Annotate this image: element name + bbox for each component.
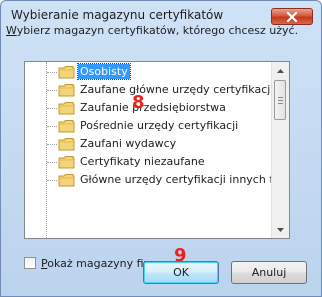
folder-icon <box>58 138 75 151</box>
close-icon <box>286 11 298 22</box>
tree-item-label: Pośrednie urzędy certyfikacji <box>80 119 239 132</box>
tree-item-certyfikaty-niezaufane[interactable]: Certyfikaty niezaufane <box>25 154 273 170</box>
scroll-up-arrow-icon <box>277 68 284 73</box>
folder-icon <box>58 174 75 187</box>
tree-item-label: Zaufani wydawcy <box>80 137 177 150</box>
tree-content: Osobisty Zaufane główne urzędy certyfika… <box>25 62 273 238</box>
tree-item-label: Osobisty <box>77 63 131 80</box>
tree-item-zaufane-glowne[interactable]: Zaufane główne urzędy certyfikacji <box>25 82 273 98</box>
tree-item-osobisty[interactable]: Osobisty <box>25 63 273 80</box>
thumb-grip-line <box>278 100 283 101</box>
tree-item-glowne-innych-firm[interactable]: Główne urzędy certyfikacji innych firm <box>25 172 273 188</box>
folder-icon <box>58 102 75 115</box>
scroll-down-button[interactable] <box>272 221 289 238</box>
tree-item-zaufani-wydawcy[interactable]: Zaufani wydawcy <box>25 136 273 152</box>
tree-branch-line <box>47 144 57 145</box>
tree-branch-line <box>47 126 57 127</box>
thumb-grip-line <box>278 97 283 98</box>
tree-branch-line <box>47 72 57 73</box>
thumb-grip-line <box>278 103 283 104</box>
close-button[interactable] <box>271 8 313 25</box>
step-marker-8: 8 <box>132 92 145 113</box>
window-title: Wybieranie magazynu certyfikatów <box>11 8 224 22</box>
folder-icon <box>58 156 75 169</box>
tree-item-label: Zaufanie przedsiębiorstwa <box>80 101 226 114</box>
folder-icon <box>58 120 75 133</box>
tree-branch-line <box>47 90 57 91</box>
tree-item-label: Główne urzędy certyfikacji innych firm <box>80 173 273 186</box>
tree-branch-line <box>47 180 57 181</box>
scroll-up-button[interactable] <box>272 62 289 79</box>
scroll-down-arrow-icon <box>277 227 284 232</box>
tree-item-zaufanie-przedsiebiorstwa[interactable]: Zaufanie przedsiębiorstwa <box>25 100 273 116</box>
tree-item-label: Certyfikaty niezaufane <box>80 155 205 168</box>
instruction-accelerator: W <box>6 24 17 37</box>
folder-icon <box>58 66 75 79</box>
show-physical-stores-checkbox[interactable] <box>24 257 36 269</box>
instruction-rest: ybierz magazyn certyfikatów, którego chc… <box>16 24 299 37</box>
vertical-scrollbar[interactable] <box>271 62 289 238</box>
tree-item-posrednie[interactable]: Pośrednie urzędy certyfikacji <box>25 118 273 134</box>
store-tree-view[interactable]: Osobisty Zaufane główne urzędy certyfika… <box>24 61 290 239</box>
scroll-thumb[interactable] <box>274 80 286 120</box>
instruction-text: Wybierz magazyn certyfikatów, którego ch… <box>6 24 298 37</box>
tree-branch-line <box>47 108 57 109</box>
tree-branch-line <box>47 162 57 163</box>
step-marker-9: 9 <box>174 245 187 266</box>
tree-item-label: Zaufane główne urzędy certyfikacji <box>80 83 273 96</box>
cancel-button[interactable]: Anuluj <box>231 261 307 284</box>
folder-icon <box>58 84 75 97</box>
